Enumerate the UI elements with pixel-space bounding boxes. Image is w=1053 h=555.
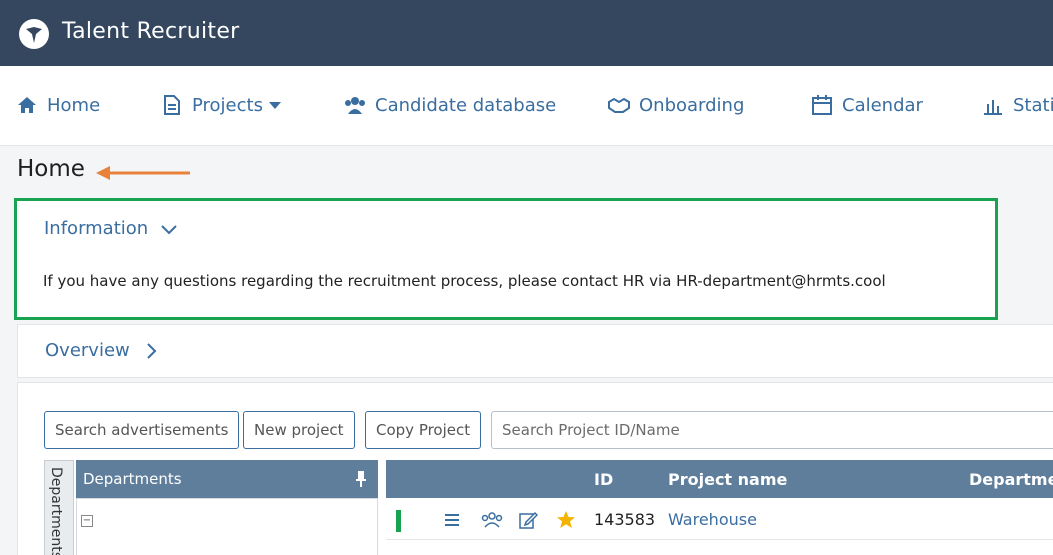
app-title: Talent Recruiter [62, 19, 240, 44]
table-row[interactable]: 143583 Warehouse [386, 498, 1053, 540]
departments-vertical-tab[interactable]: Departments [44, 460, 74, 555]
app-logo-icon[interactable] [18, 18, 50, 50]
projects-panel: Search advertisements New project Copy P… [17, 382, 1053, 555]
handshake-icon [608, 97, 630, 113]
edit-icon[interactable] [518, 510, 538, 530]
nav-projects[interactable]: Projects [161, 92, 281, 118]
team-icon[interactable] [480, 510, 504, 530]
document-icon [164, 95, 180, 115]
information-toggle[interactable]: Information [44, 218, 178, 239]
nav-onboarding-label: Onboarding [639, 94, 745, 116]
nav-candidate-database[interactable]: Candidate database [344, 92, 556, 118]
information-text: If you have any questions regarding the … [43, 272, 886, 290]
home-icon [18, 97, 36, 113]
nav-statistics-label: Stati [1013, 94, 1053, 116]
departments-tree: − [76, 498, 378, 555]
projects-grid-header: ID Project name Departmen [386, 460, 1053, 498]
calendar-icon [812, 95, 832, 115]
copy-project-button[interactable]: Copy Project [365, 411, 482, 449]
nav-onboarding[interactable]: Onboarding [608, 92, 744, 118]
nav-statistics[interactable]: Stati [982, 92, 1053, 118]
app-header: Talent Recruiter [0, 0, 1053, 66]
nav-calendar[interactable]: Calendar [811, 92, 923, 118]
arrow-left-icon [96, 166, 190, 180]
tree-collapse-toggle[interactable]: − [81, 515, 93, 527]
bar-chart-icon [984, 100, 1002, 115]
main-navigation: Home Projects Candidate database Onboard… [0, 66, 1053, 146]
nav-candidate-database-label: Candidate database [375, 94, 557, 116]
project-name-link[interactable]: Warehouse [668, 510, 757, 529]
project-search-input[interactable]: Search Project ID/Name [491, 411, 1053, 449]
nav-home-label: Home [47, 94, 101, 116]
column-header-department[interactable]: Departmen [969, 470, 1053, 489]
nav-calendar-label: Calendar [842, 94, 923, 116]
overview-heading: Overview [45, 340, 130, 361]
nav-projects-label: Projects [192, 94, 263, 116]
column-header-project-name[interactable]: Project name [668, 470, 787, 489]
chevron-right-icon [147, 342, 157, 359]
search-advertisements-button[interactable]: Search advertisements [44, 411, 240, 449]
column-header-id[interactable]: ID [594, 470, 613, 489]
overview-panel: Overview [17, 324, 1053, 378]
menu-icon[interactable] [442, 510, 462, 530]
star-icon[interactable] [556, 510, 576, 530]
caret-down-icon [268, 101, 281, 109]
pin-icon[interactable] [354, 470, 368, 488]
information-panel: Information If you have any questions re… [14, 198, 998, 320]
departments-header: Departments [76, 460, 378, 498]
chevron-down-icon [161, 224, 177, 234]
overview-toggle[interactable]: Overview [45, 340, 160, 361]
project-id-cell: 143583 [594, 510, 656, 529]
nav-home[interactable]: Home [16, 92, 100, 118]
page-title: Home [17, 156, 85, 182]
new-project-button[interactable]: New project [243, 411, 355, 449]
users-icon [345, 97, 365, 114]
departments-header-label: Departments [83, 470, 182, 488]
departments-vertical-tab-label: Departments [48, 467, 64, 555]
information-heading: Information [44, 218, 149, 239]
status-indicator [396, 510, 401, 532]
